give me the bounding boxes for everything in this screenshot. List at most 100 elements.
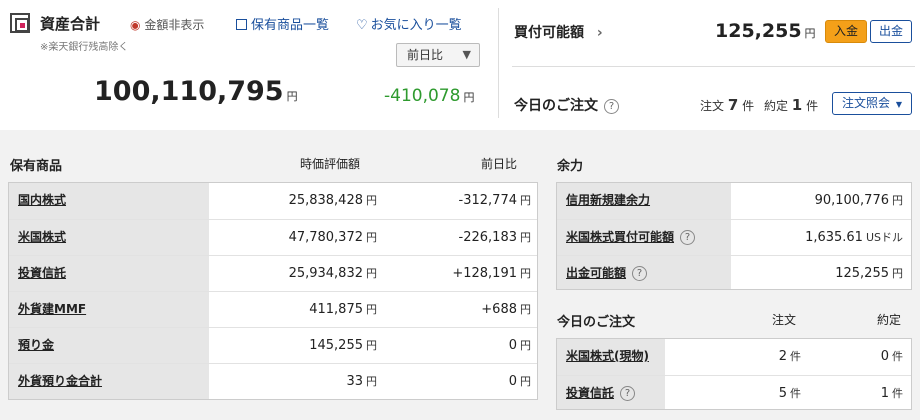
buying-power-value: 125,255 円 [715, 20, 816, 42]
table-row: 信用新規建余力 90,100,776 円 [557, 183, 911, 219]
fill-count-text: 0 [880, 349, 889, 364]
order-product[interactable]: 投資信託? [557, 376, 665, 409]
order-inquiry-label: 注文照会 [842, 96, 891, 110]
compare-select[interactable]: 前日比 [396, 43, 480, 67]
buying-power-label: 買付可能額 [514, 25, 584, 41]
orders-title: 今日のご注文 [557, 315, 636, 330]
holding-change-text: +128,191 [452, 266, 517, 281]
holding-change-text: 0 [508, 374, 517, 389]
holding-name[interactable]: 米国株式 [9, 220, 209, 255]
buying-power-link[interactable]: 買付可能額 › [514, 22, 603, 42]
orders-col-fill: 約定 [877, 313, 902, 327]
holding-change-text: +688 [481, 302, 517, 317]
holdings-list-label: 保有商品一覧 [251, 18, 330, 33]
holding-value-text: 25,838,428 [288, 193, 363, 208]
hide-amount-label: 金額非表示 [144, 18, 205, 32]
chevron-right-icon: › [596, 25, 603, 41]
question-icon[interactable]: ? [680, 230, 696, 245]
margin-value-text: 1,635.61 [805, 230, 863, 245]
holding-value-text: 145,255 [309, 338, 363, 353]
table-row: 出金可能額? 125,255 円 [557, 255, 911, 289]
margin-value: 90,100,776 円 [731, 183, 903, 219]
caret-down-icon: ▼ [895, 100, 902, 109]
yen-unit: 円 [520, 303, 531, 316]
holding-name[interactable]: 外貨建MMF [9, 292, 209, 327]
order-inquiry-button[interactable]: 注文照会 ▼ [832, 92, 912, 115]
holding-name[interactable]: 預り金 [9, 328, 209, 363]
table-row: 国内株式 25,838,428 円 -312,774 円 [9, 183, 537, 219]
yen-unit: 円 [366, 339, 377, 352]
order-count-cell: 5件 [665, 376, 801, 409]
yen-unit: 円 [520, 194, 531, 207]
yen-unit: 円 [366, 375, 377, 388]
question-icon[interactable]: ? [632, 266, 648, 281]
holdings-title: 保有商品 [10, 159, 63, 174]
margin-value-text: 90,100,776 [814, 193, 889, 208]
yen-unit: 円 [366, 303, 377, 316]
holding-name-text: 預り金 [18, 338, 55, 352]
yen-unit: 円 [286, 90, 298, 103]
table-row: 米国株式 47,780,372 円 -226,183 円 [9, 219, 537, 255]
holding-name[interactable]: 外貨預り金合計 [9, 364, 209, 399]
holdings-col-value: 時価評価額 [300, 157, 361, 171]
withdraw-button[interactable]: 出金 [870, 20, 912, 43]
holding-value: 25,934,832 円 [209, 256, 377, 291]
bank-balance-note: ※楽天銀行残高除く [40, 42, 129, 53]
orders-table: 米国株式(現物) 2件 0件 投資信託? 5件 1件 [556, 338, 912, 410]
holding-value-text: 411,875 [309, 302, 363, 317]
holding-value: 145,255 円 [209, 328, 377, 363]
yen-unit: 円 [366, 267, 377, 280]
holding-name[interactable]: 国内株式 [9, 183, 209, 219]
holding-value-text: 47,780,372 [288, 230, 363, 245]
yen-unit: 円 [520, 267, 531, 280]
page-title: 資産合計 [40, 15, 101, 33]
table-row: 米国株式(現物) 2件 0件 [557, 339, 911, 375]
margin-name-text: 信用新規建余力 [566, 193, 651, 207]
list-icon [236, 19, 247, 30]
holding-name-text: 米国株式 [18, 230, 67, 244]
holdings-col-change: 前日比 [481, 157, 518, 171]
holdings-list-link[interactable]: 保有商品一覧 [236, 14, 329, 33]
margin-name[interactable]: 米国株式買付可能額? [557, 220, 731, 255]
orders-col-order: 注文 [772, 313, 797, 327]
margin-name[interactable]: 信用新規建余力 [557, 183, 731, 219]
buying-power-text: 125,255 [715, 20, 802, 42]
margin-table: 信用新規建余力 90,100,776 円 米国株式買付可能額? 1,635.61 U… [556, 182, 912, 290]
margin-name[interactable]: 出金可能額? [557, 256, 731, 289]
yen-unit: 円 [520, 231, 531, 244]
count-unit: 件 [790, 350, 801, 363]
holding-name-text: 投資信託 [18, 266, 67, 280]
count-unit: 件 [892, 387, 903, 400]
today-orders-label: 今日のご注文 [514, 98, 598, 114]
count-unit: 件 [790, 387, 801, 400]
deposit-button[interactable]: 入金 [825, 20, 867, 43]
margin-value: 125,255 円 [731, 256, 903, 289]
order-label: 注文 [700, 99, 725, 113]
table-row: 投資信託 25,934,832 円 +128,191 円 [9, 255, 537, 291]
holding-change: 0円 [377, 364, 531, 399]
fill-count-text: 1 [880, 386, 889, 401]
order-unit: 件 [742, 99, 755, 113]
holding-value: 411,875 円 [209, 292, 377, 327]
holding-name-text: 外貨建MMF [18, 302, 87, 316]
yen-unit: 円 [463, 91, 475, 104]
holding-name-text: 外貨預り金合計 [18, 374, 103, 388]
holding-value-text: 33 [346, 374, 363, 389]
holding-change-text: 0 [508, 338, 517, 353]
order-product[interactable]: 米国株式(現物) [557, 339, 665, 375]
count-unit: 件 [892, 350, 903, 363]
holding-value-text: 25,934,832 [288, 266, 363, 281]
margin-unit: 円 [892, 194, 903, 207]
header-right-divider [512, 66, 915, 67]
favorites-link[interactable]: ♡ お気に入り一覧 [356, 14, 462, 33]
today-orders-heading: 今日のご注文? [514, 95, 619, 115]
hide-amount-toggle[interactable]: ◉ 金額非表示 [130, 16, 204, 33]
question-icon[interactable]: ? [620, 386, 636, 401]
table-row: 米国株式買付可能額? 1,635.61 USドル [557, 219, 911, 255]
holding-name[interactable]: 投資信託 [9, 256, 209, 291]
margin-unit: 円 [892, 267, 903, 280]
order-product-text: 投資信託 [566, 386, 615, 400]
order-product-text: 米国株式(現物) [566, 349, 649, 363]
question-icon[interactable]: ? [604, 98, 619, 114]
order-summary: 注文 7 件 約定 1 件 [700, 96, 818, 114]
